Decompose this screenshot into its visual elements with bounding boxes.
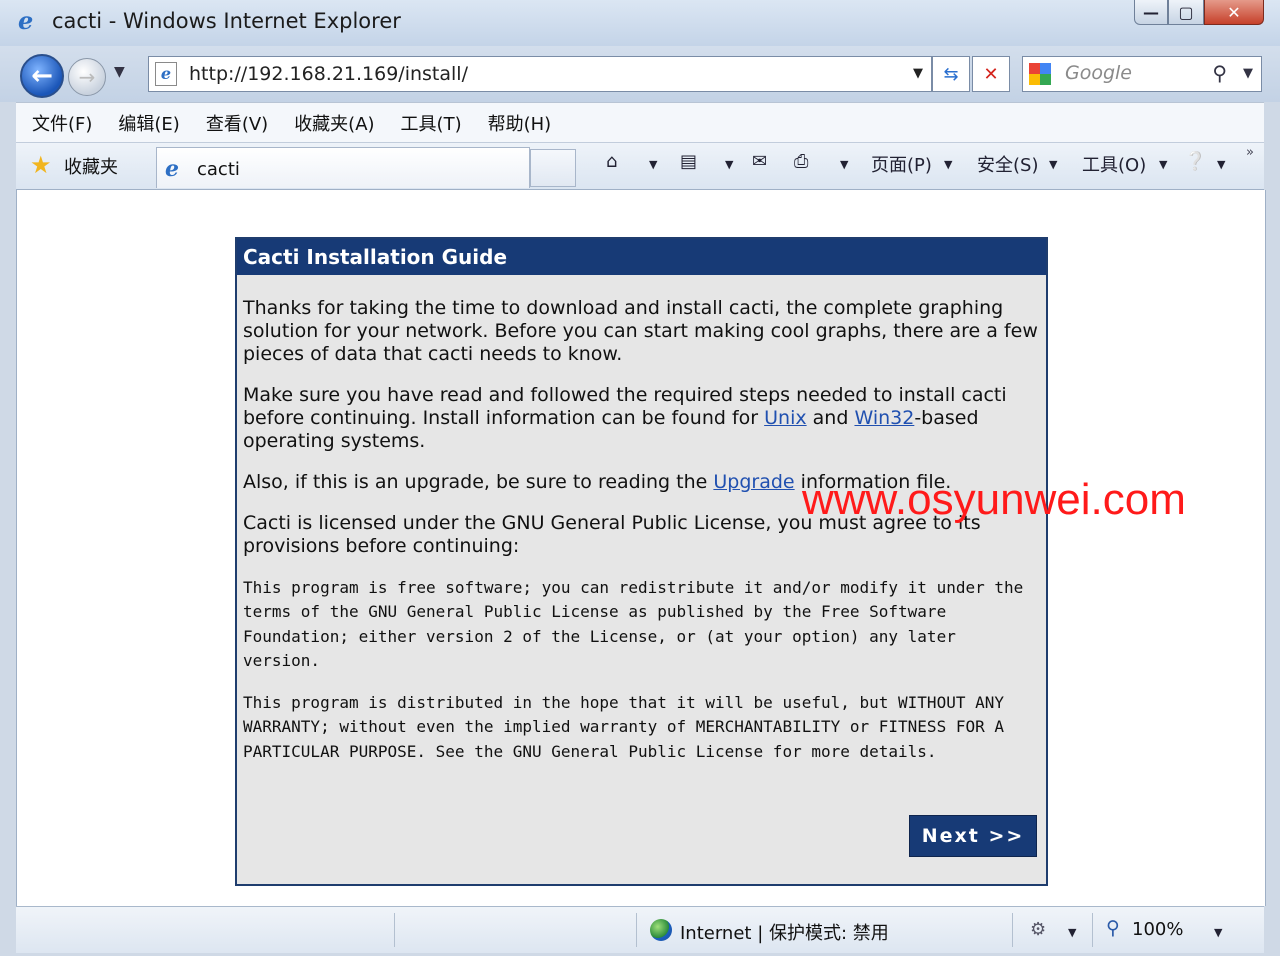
- print-dropdown-icon[interactable]: ▼: [840, 158, 848, 171]
- menu-bar: 文件(F) 编辑(E) 查看(V) 收藏夹(A) 工具(T) 帮助(H): [16, 102, 1264, 143]
- mail-icon[interactable]: ✉: [752, 151, 767, 172]
- search-dropdown-icon[interactable]: ▼: [1243, 66, 1253, 81]
- menu-tools[interactable]: 工具(T): [401, 110, 462, 136]
- page-dropdown-icon[interactable]: ▼: [944, 158, 952, 171]
- upgrade-text: Also, if this is an upgrade, be sure to …: [243, 471, 714, 493]
- unix-link[interactable]: Unix: [764, 407, 806, 429]
- zoom-dropdown-icon[interactable]: ▼: [1214, 926, 1222, 939]
- chevron-more-icon[interactable]: »: [1246, 145, 1254, 160]
- ie-page-icon: e: [165, 156, 179, 182]
- help-dropdown-icon[interactable]: ▼: [1217, 158, 1225, 171]
- address-bar[interactable]: e http://192.168.21.169/install/ ▼: [148, 56, 932, 92]
- globe-icon: [650, 919, 672, 941]
- install-info-paragraph: Make sure you have read and followed the…: [243, 384, 1038, 453]
- recent-pages-dropdown[interactable]: ▼: [114, 64, 125, 80]
- menu-view[interactable]: 查看(V): [206, 110, 268, 136]
- tab-cacti[interactable]: e cacti: [156, 147, 530, 188]
- intro-paragraph: Thanks for taking the time to download a…: [243, 297, 1038, 365]
- refresh-icon: ⇆: [943, 63, 959, 85]
- tools-dropdown-icon[interactable]: ▼: [1159, 158, 1167, 171]
- tab-title: cacti: [197, 159, 240, 180]
- watermark-text: www.osyunwei.com: [802, 475, 1186, 524]
- status-divider: [394, 913, 395, 947]
- minimize-button[interactable]: —: [1134, 0, 1168, 25]
- tools-menu-button[interactable]: 工具(O): [1082, 151, 1146, 177]
- arrow-left-icon: ←: [31, 61, 53, 91]
- new-tab-button[interactable]: [530, 149, 576, 187]
- address-input[interactable]: http://192.168.21.169/install/: [189, 63, 468, 85]
- zoom-icon[interactable]: ⚲: [1106, 917, 1120, 939]
- help-icon[interactable]: ❔: [1184, 151, 1206, 172]
- install-info-and: and: [806, 407, 855, 429]
- back-button[interactable]: ←: [20, 54, 64, 98]
- page-content: Cacti Installation Guide Thanks for taki…: [16, 190, 1266, 906]
- safety-menu-button[interactable]: 安全(S): [977, 151, 1038, 177]
- installation-guide-panel: Cacti Installation Guide Thanks for taki…: [235, 237, 1048, 886]
- forward-button[interactable]: →: [68, 58, 106, 96]
- protected-mode-icon[interactable]: ⚙: [1030, 919, 1046, 940]
- favorites-button[interactable]: 收藏夹: [64, 153, 118, 179]
- protected-mode-dropdown-icon[interactable]: ▼: [1068, 926, 1076, 939]
- google-icon: [1029, 63, 1051, 85]
- home-dropdown-icon[interactable]: ▼: [649, 158, 657, 171]
- menu-help[interactable]: 帮助(H): [488, 110, 552, 136]
- window-controls: — ▢ ✕: [1134, 0, 1264, 30]
- title-bar: e cacti - Windows Internet Explorer — ▢ …: [0, 0, 1280, 46]
- arrow-right-icon: →: [78, 65, 96, 89]
- navigation-bar: ← → ▼ e http://192.168.21.169/install/ ▼…: [0, 46, 1280, 102]
- feeds-icon[interactable]: ▤: [680, 151, 697, 172]
- safety-dropdown-icon[interactable]: ▼: [1049, 158, 1057, 171]
- maximize-button[interactable]: ▢: [1168, 0, 1204, 25]
- close-button[interactable]: ✕: [1204, 0, 1264, 25]
- menu-edit[interactable]: 编辑(E): [118, 110, 179, 136]
- print-icon[interactable]: ⎙: [794, 151, 808, 172]
- guide-title: Cacti Installation Guide: [237, 239, 1046, 275]
- window-title: cacti - Windows Internet Explorer: [52, 9, 401, 33]
- status-bar: Internet | 保护模式: 禁用 ⚙ ▼ ⚲ 100% ▼: [16, 906, 1264, 953]
- license-text-2: This program is distributed in the hope …: [243, 693, 1004, 761]
- ie-logo-icon: e: [18, 6, 34, 35]
- security-zone-text: Internet | 保护模式: 禁用: [680, 923, 889, 944]
- home-icon[interactable]: ⌂: [606, 151, 617, 172]
- status-divider: [636, 913, 637, 947]
- license-text-1: This program is free software; you can r…: [243, 578, 1024, 670]
- search-icon[interactable]: ⚲: [1212, 61, 1227, 85]
- stop-button[interactable]: ✕: [972, 56, 1010, 92]
- address-dropdown-icon[interactable]: ▼: [913, 66, 923, 81]
- zoom-level[interactable]: 100%: [1132, 919, 1183, 940]
- menu-favorites[interactable]: 收藏夹(A): [294, 110, 374, 136]
- upgrade-link[interactable]: Upgrade: [713, 471, 794, 493]
- menu-file[interactable]: 文件(F): [32, 110, 92, 136]
- favorites-star-icon[interactable]: ★: [30, 151, 52, 179]
- feeds-dropdown-icon[interactable]: ▼: [725, 158, 733, 171]
- search-box[interactable]: Google ⚲ ▼: [1022, 56, 1262, 92]
- status-divider: [1092, 913, 1093, 947]
- page-icon: e: [155, 62, 177, 86]
- next-button[interactable]: Next >>: [909, 815, 1037, 857]
- win32-link[interactable]: Win32: [854, 407, 914, 429]
- refresh-button[interactable]: ⇆: [932, 56, 970, 92]
- search-input[interactable]: Google: [1065, 62, 1132, 84]
- status-divider: [1012, 913, 1013, 947]
- stop-icon: ✕: [983, 63, 999, 85]
- page-menu-button[interactable]: 页面(P): [871, 151, 932, 177]
- favorites-bar: ★ 收藏夹 e cacti ⌂ ▼ ▤ ▼ ✉ ⎙ ▼ 页面(P) ▼ 安全(S…: [16, 142, 1264, 190]
